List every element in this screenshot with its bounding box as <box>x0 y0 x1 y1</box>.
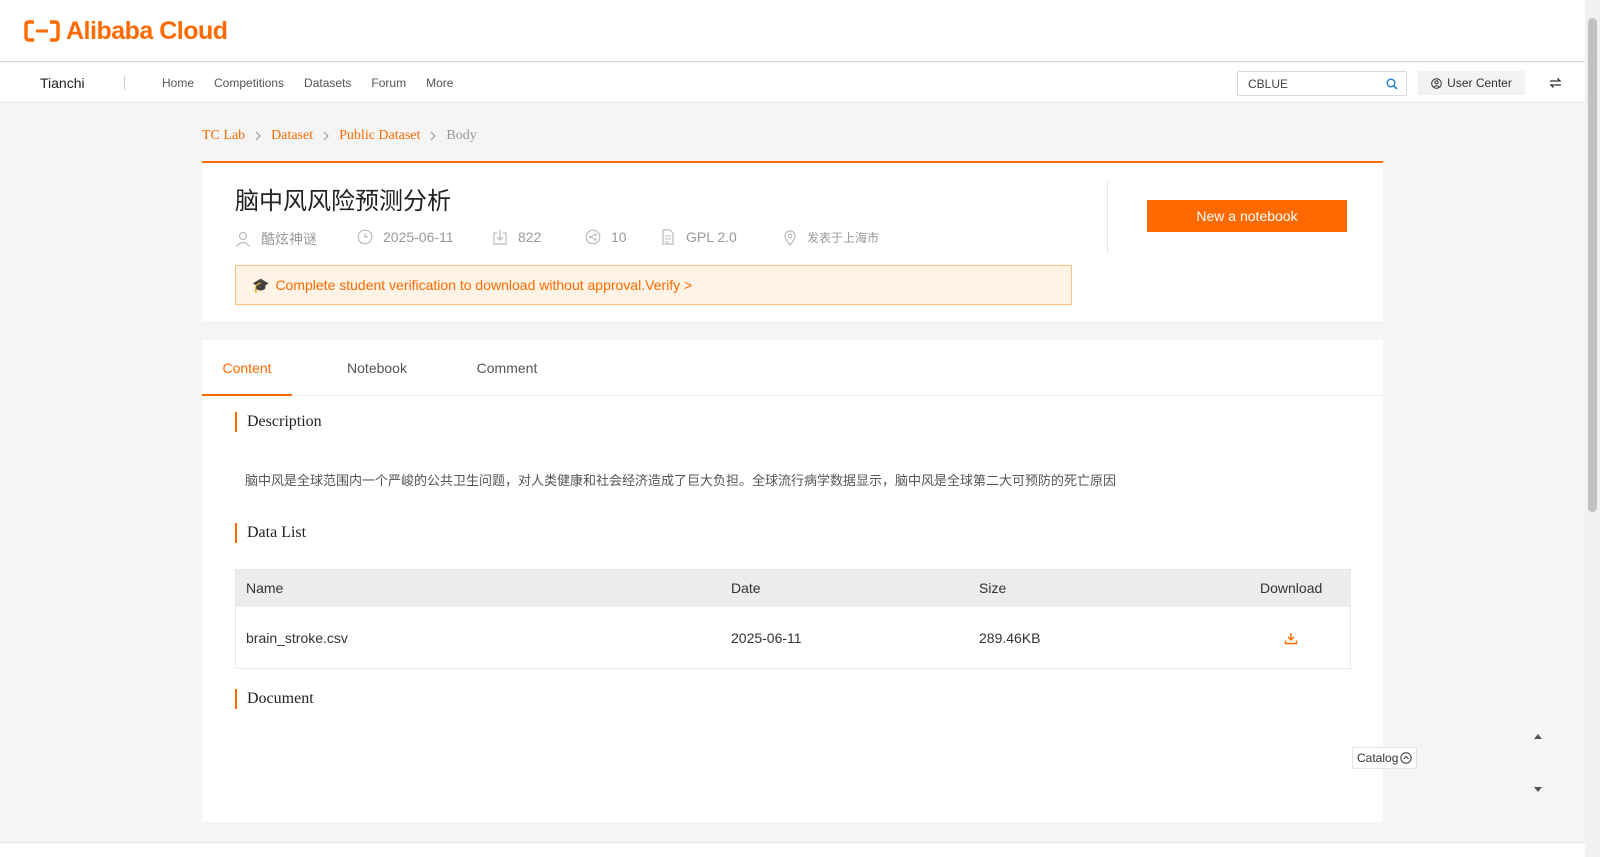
clock-icon <box>357 229 373 245</box>
file-size: 289.46KB <box>979 630 1041 646</box>
column-header-date: Date <box>731 580 761 596</box>
page-title: 脑中风风险预测分析 <box>235 188 451 215</box>
nav-link-forum[interactable]: Forum <box>371 63 406 103</box>
file-date: 2025-06-11 <box>731 630 802 646</box>
author-name[interactable]: 酷炫神谜 <box>261 229 317 249</box>
download-count-icon <box>493 230 507 245</box>
download-icon[interactable] <box>1284 632 1298 645</box>
document-icon <box>662 229 674 245</box>
nav-links: Home Competitions Datasets Forum More <box>162 63 473 103</box>
column-header-download: Download <box>1260 580 1323 596</box>
column-header-size: Size <box>979 580 1007 596</box>
page-scrollbar[interactable] <box>1585 0 1600 857</box>
download-count: 822 <box>518 229 542 245</box>
catalog-panel: Catalog <box>1352 732 1552 794</box>
description-text: 脑中风是全球范围内一个严峻的公共卫生问题，对人类健康和社会经济造成了巨大负担。全… <box>245 473 1117 488</box>
nav-bar: Tianchi Home Competitions Datasets Forum… <box>0 63 1585 103</box>
tab-bar: Content Notebook Comment <box>202 340 1383 396</box>
verify-link[interactable]: Verify > <box>645 277 692 293</box>
meta-downloads: 822 <box>492 229 541 245</box>
student-verification-notice: 🎓 Complete student verification to downl… <box>235 265 1072 305</box>
meta-license: GPL 2.0 <box>660 229 737 245</box>
dataset-meta: 酷炫神谜 2025-06-11 822 10 GPL 2.0 发表于上海市 <box>235 229 1095 249</box>
file-name: brain_stroke.csv <box>246 630 348 646</box>
language-switch-icon[interactable] <box>1549 77 1562 89</box>
dataset-header: 脑中风风险预测分析 酷炫神谜 2025-06-11 822 10 GPL 2.0… <box>202 161 1383 321</box>
meta-date: 2025-06-11 <box>357 229 454 245</box>
breadcrumb-current: Body <box>446 128 477 143</box>
tab-notebook[interactable]: Notebook <box>332 340 422 396</box>
graduation-cap-icon: 🎓 <box>252 276 270 293</box>
table-header: Name Date Size Download <box>236 570 1350 607</box>
chevron-right-icon <box>323 131 329 141</box>
new-notebook-button[interactable]: New a notebook <box>1147 200 1347 232</box>
user-center-label: User Center <box>1447 76 1512 90</box>
table-row: brain_stroke.csv 2025-06-11 289.46KB <box>236 607 1350 669</box>
document-heading: Document <box>235 689 314 709</box>
alibaba-cloud-logo[interactable]: Alibaba Cloud <box>24 16 228 46</box>
search-icon[interactable] <box>1386 78 1398 90</box>
meta-author: 酷炫神谜 <box>235 229 317 249</box>
share-icon <box>585 229 601 245</box>
location: 发表于上海市 <box>807 231 880 245</box>
bottom-edge <box>0 842 1585 857</box>
catalog-button[interactable]: Catalog <box>1352 747 1418 769</box>
data-list-heading: Data List <box>235 523 306 543</box>
header-divider <box>1107 181 1108 253</box>
meta-shares: 10 <box>585 229 627 245</box>
search-box <box>1237 71 1407 96</box>
chevron-up-icon <box>1400 752 1413 764</box>
share-count: 10 <box>611 229 627 245</box>
nav-divider <box>124 76 125 90</box>
tab-comment[interactable]: Comment <box>462 340 552 396</box>
data-list-table: Name Date Size Download brain_stroke.csv… <box>235 569 1351 669</box>
nav-link-competitions[interactable]: Competitions <box>214 63 284 103</box>
publish-date: 2025-06-11 <box>383 229 454 245</box>
breadcrumb-public-dataset[interactable]: Public Dataset <box>339 128 420 144</box>
column-header-name: Name <box>246 580 284 596</box>
nav-brand-tianchi[interactable]: Tianchi <box>40 63 85 103</box>
catalog-scrollbar[interactable] <box>1532 732 1544 794</box>
dataset-content: Content Notebook Comment Description 脑中风… <box>202 340 1542 822</box>
user-center-button[interactable]: User Center <box>1418 71 1525 95</box>
notice-text: Complete student verification to downloa… <box>275 277 646 293</box>
user-icon <box>236 231 250 247</box>
chevron-right-icon <box>430 131 437 141</box>
location-pin-icon <box>784 229 796 246</box>
description-heading: Description <box>235 412 322 432</box>
user-icon <box>1431 77 1442 89</box>
search-input[interactable] <box>1238 72 1373 95</box>
license: GPL 2.0 <box>686 229 737 245</box>
scrollbar-thumb[interactable] <box>1588 18 1597 512</box>
breadcrumb-dataset[interactable]: Dataset <box>271 128 313 144</box>
meta-location: 发表于上海市 <box>783 229 879 246</box>
nav-link-home[interactable]: Home <box>162 63 194 103</box>
chevron-right-icon <box>255 131 262 141</box>
top-bar: Alibaba Cloud <box>0 0 1585 62</box>
logo-text: Alibaba Cloud <box>66 16 228 45</box>
breadcrumb: TC Lab Dataset Public Dataset Body <box>202 128 477 144</box>
nav-link-more[interactable]: More <box>426 63 453 103</box>
catalog-label: Catalog <box>1357 751 1399 765</box>
nav-link-datasets[interactable]: Datasets <box>304 63 351 103</box>
tab-content[interactable]: Content <box>202 340 292 396</box>
breadcrumb-tc-lab[interactable]: TC Lab <box>202 128 245 144</box>
alibaba-logo-icon <box>24 20 60 42</box>
